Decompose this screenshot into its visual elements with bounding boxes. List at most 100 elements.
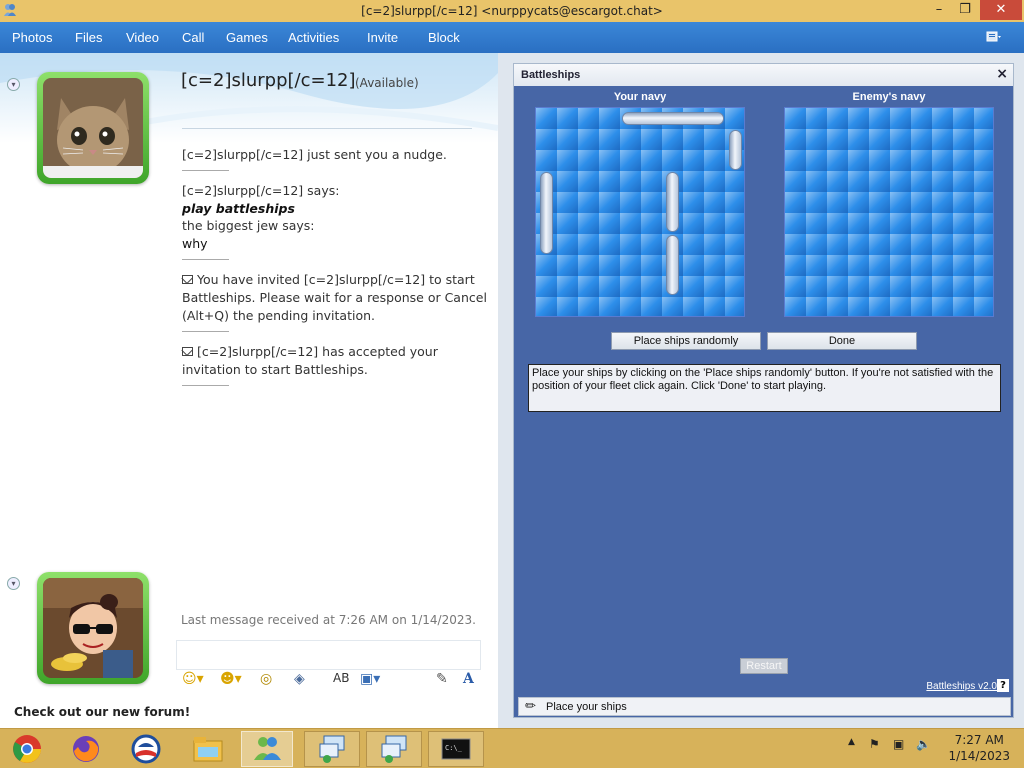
remote-desktop-taskbar-button-2[interactable]	[366, 731, 422, 767]
your-navy-label: Your navy	[613, 91, 667, 103]
messenger-people-icon	[254, 737, 281, 760]
battleships-title: Battleships	[521, 69, 581, 81]
window-title: [c=2]slurpp[/c=12] <nurppycats@escargot.…	[361, 4, 663, 18]
envelope-icon	[182, 347, 193, 356]
header-divider	[182, 128, 472, 129]
help-icon[interactable]: ?	[997, 679, 1009, 692]
message-divider	[182, 385, 229, 386]
maximize-button[interactable]: ❐	[952, 0, 978, 20]
menu-call[interactable]: Call	[182, 30, 204, 45]
cartoon-picture	[43, 578, 143, 678]
file-explorer-taskbar-button[interactable]	[182, 731, 234, 767]
svg-text:C:\_: C:\_	[445, 744, 463, 752]
minimize-button[interactable]: –	[926, 0, 952, 20]
remote-desktop-icon	[319, 735, 345, 763]
command-prompt-taskbar-button[interactable]: C:\_	[428, 731, 484, 767]
sender-line: the biggest jew says:	[182, 218, 315, 233]
spell-check-icon[interactable]: AB	[333, 671, 349, 685]
accepted-text: [c=2]slurpp[/c=12] has accepted your inv…	[182, 344, 438, 377]
menu-block[interactable]: Block	[428, 30, 460, 45]
message-divider	[182, 259, 229, 260]
place-randomly-button[interactable]: Place ships randomly	[611, 332, 761, 350]
enemy-navy-board[interactable]	[784, 107, 994, 317]
collapse-contact-icon[interactable]: ▾	[7, 78, 20, 91]
ship[interactable]	[666, 235, 679, 295]
obama-taskbar-button[interactable]	[120, 731, 172, 767]
message-input[interactable]	[176, 640, 481, 670]
close-game-button[interactable]: ×	[996, 66, 1008, 82]
voice-clip-icon[interactable]: ◈	[294, 671, 305, 687]
contact-avatar[interactable]	[37, 72, 149, 184]
chrome-taskbar-button[interactable]	[1, 731, 53, 767]
handwriting-icon[interactable]: ✎	[436, 671, 448, 687]
volume-icon[interactable]: 🔈	[916, 737, 931, 751]
forum-banner[interactable]: Check out our new forum!	[14, 705, 190, 719]
menu-invite[interactable]: Invite	[367, 30, 398, 45]
nudge-message: [c=2]slurpp[/c=12] just sent you a nudge…	[182, 147, 447, 162]
menu-activities[interactable]: Activities	[288, 30, 339, 45]
invite-text: You have invited [c=2]slurpp[/c=12] to s…	[182, 272, 487, 323]
formatting-toolbar: ☺▾ ☻▾ ◎ ◈ AB ▣▾ ✎ A	[180, 671, 480, 691]
game-status-bar: ✏ Place your ships	[518, 697, 1011, 716]
action-center-flag-icon[interactable]: ⚑	[869, 737, 880, 751]
campaign-logo-icon	[131, 734, 161, 764]
wink-icon[interactable]: ☻▾	[220, 671, 242, 687]
clock-time: 7:27 AM	[954, 733, 1004, 747]
firefox-icon	[73, 736, 99, 762]
chat-message: play battleships	[182, 200, 295, 218]
menu-games[interactable]: Games	[226, 30, 268, 45]
invite-message: You have invited [c=2]slurpp[/c=12] to s…	[182, 271, 494, 325]
taskbar: C:\_ ▲ ⚑ ▣ 🔈 7:27 AM 1/14/2023	[0, 728, 1024, 768]
chrome-icon	[13, 735, 41, 763]
folder-icon	[193, 737, 223, 762]
contact-status: (Available)	[355, 76, 419, 90]
instructions-box: Place your ships by clicking on the 'Pla…	[528, 364, 1001, 412]
contact-name: [c=2]slurpp[/c=12]	[181, 70, 356, 91]
version-link[interactable]: Battleships v2.0	[926, 681, 997, 692]
chat-message: why	[182, 235, 208, 253]
kitten-picture	[43, 78, 143, 178]
remote-desktop-icon	[381, 735, 407, 763]
accepted-message: [c=2]slurpp[/c=12] has accepted your inv…	[182, 343, 494, 379]
ship[interactable]	[729, 130, 742, 170]
enemy-navy-label: Enemy's navy	[852, 91, 926, 103]
message-divider	[182, 170, 229, 171]
battleships-window: Battleships × Your navy Enemy's navy Pla…	[513, 63, 1014, 718]
remote-desktop-taskbar-button[interactable]	[304, 731, 360, 767]
collapse-self-icon[interactable]: ▾	[7, 577, 20, 590]
sender-line: [c=2]slurpp[/c=12] says:	[182, 183, 340, 198]
last-message-timestamp: Last message received at 7:26 AM on 1/14…	[181, 613, 476, 627]
battleships-header: Battleships ×	[514, 64, 1013, 86]
menu-files[interactable]: Files	[75, 30, 102, 45]
chat-message-text: play battleships	[182, 201, 295, 216]
emoticon-icon[interactable]: ☺▾	[182, 671, 204, 687]
menu-bar: Photos Files Video Call Games Activities…	[0, 22, 1024, 53]
done-button[interactable]: Done	[767, 332, 917, 350]
terminal-icon: C:\_	[441, 738, 471, 760]
pencil-icon: ✏	[525, 699, 536, 714]
menu-video[interactable]: Video	[126, 30, 159, 45]
clock-date: 1/14/2023	[948, 749, 1010, 763]
ship[interactable]	[666, 172, 679, 232]
messenger-taskbar-button[interactable]	[241, 731, 293, 767]
font-icon[interactable]: A	[463, 671, 474, 687]
tray-overflow-icon[interactable]: ▲	[848, 737, 855, 747]
self-avatar[interactable]	[37, 572, 149, 684]
system-clock[interactable]: 7:27 AM 1/14/2023	[948, 732, 1010, 764]
show-menu-icon[interactable]	[986, 30, 1002, 44]
background-icon[interactable]: ▣▾	[360, 671, 380, 687]
network-icon[interactable]: ▣	[893, 737, 904, 751]
envelope-icon	[182, 275, 193, 284]
game-status-text: Place your ships	[546, 701, 627, 713]
title-bar: [c=2]slurpp[/c=12] <nurppycats@escargot.…	[0, 0, 1024, 22]
close-button[interactable]: ✕	[980, 0, 1022, 20]
restart-button[interactable]: Restart	[740, 658, 788, 674]
ship[interactable]	[622, 112, 724, 125]
your-navy-board[interactable]	[535, 107, 745, 317]
firefox-taskbar-button[interactable]	[60, 731, 112, 767]
nudge-icon[interactable]: ◎	[260, 671, 272, 687]
ship[interactable]	[540, 172, 553, 254]
message-divider	[182, 331, 229, 332]
chat-message-text: why	[182, 236, 208, 251]
menu-photos[interactable]: Photos	[12, 30, 52, 45]
